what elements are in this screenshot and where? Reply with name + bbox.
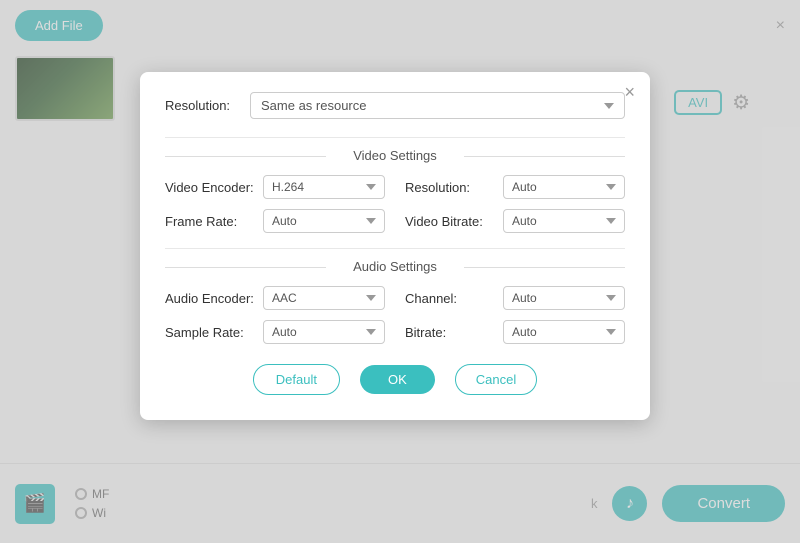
- ok-button[interactable]: OK: [360, 365, 435, 394]
- resolution-select[interactable]: Same as resource: [250, 92, 625, 119]
- frame-rate-row: Frame Rate: Auto: [165, 209, 385, 233]
- frame-rate-label: Frame Rate:: [165, 214, 255, 229]
- audio-settings-title: Audio Settings: [165, 259, 625, 274]
- video-bitrate-row: Video Bitrate: Auto: [405, 209, 625, 233]
- video-settings-grid: Video Encoder: H.264 Resolution: Auto Fr…: [165, 175, 625, 233]
- resolution-label: Resolution:: [165, 98, 240, 113]
- video-encoder-select[interactable]: H.264: [263, 175, 385, 199]
- modal-actions: Default OK Cancel: [165, 364, 625, 395]
- audio-encoder-row: Audio Encoder: AAC: [165, 286, 385, 310]
- resolution-setting-select[interactable]: Auto: [503, 175, 625, 199]
- default-button[interactable]: Default: [253, 364, 340, 395]
- frame-rate-select[interactable]: Auto: [263, 209, 385, 233]
- channel-select[interactable]: Auto: [503, 286, 625, 310]
- sample-rate-select[interactable]: Auto: [263, 320, 385, 344]
- video-encoder-row: Video Encoder: H.264: [165, 175, 385, 199]
- channel-row: Channel: Auto: [405, 286, 625, 310]
- divider-1: [165, 137, 625, 138]
- resolution-setting-row: Resolution: Auto: [405, 175, 625, 199]
- video-bitrate-select[interactable]: Auto: [503, 209, 625, 233]
- channel-label: Channel:: [405, 291, 495, 306]
- audio-settings-grid: Audio Encoder: AAC Channel: Auto Sample …: [165, 286, 625, 344]
- video-settings-title: Video Settings: [165, 148, 625, 163]
- divider-2: [165, 248, 625, 249]
- cancel-button[interactable]: Cancel: [455, 364, 537, 395]
- resolution-row: Resolution: Same as resource: [165, 92, 625, 119]
- video-bitrate-label: Video Bitrate:: [405, 214, 495, 229]
- sample-rate-label: Sample Rate:: [165, 325, 255, 340]
- bitrate-label: Bitrate:: [405, 325, 495, 340]
- bitrate-row: Bitrate: Auto: [405, 320, 625, 344]
- modal-close-button[interactable]: ×: [624, 82, 635, 103]
- audio-encoder-label: Audio Encoder:: [165, 291, 255, 306]
- app-background: Add File × AVI ⚙ 🎬 MF Wi: [0, 0, 800, 543]
- video-encoder-label: Video Encoder:: [165, 180, 255, 195]
- sample-rate-row: Sample Rate: Auto: [165, 320, 385, 344]
- bitrate-select[interactable]: Auto: [503, 320, 625, 344]
- audio-encoder-select[interactable]: AAC: [263, 286, 385, 310]
- settings-modal: × Resolution: Same as resource Video Set…: [140, 72, 650, 420]
- resolution-setting-label: Resolution:: [405, 180, 495, 195]
